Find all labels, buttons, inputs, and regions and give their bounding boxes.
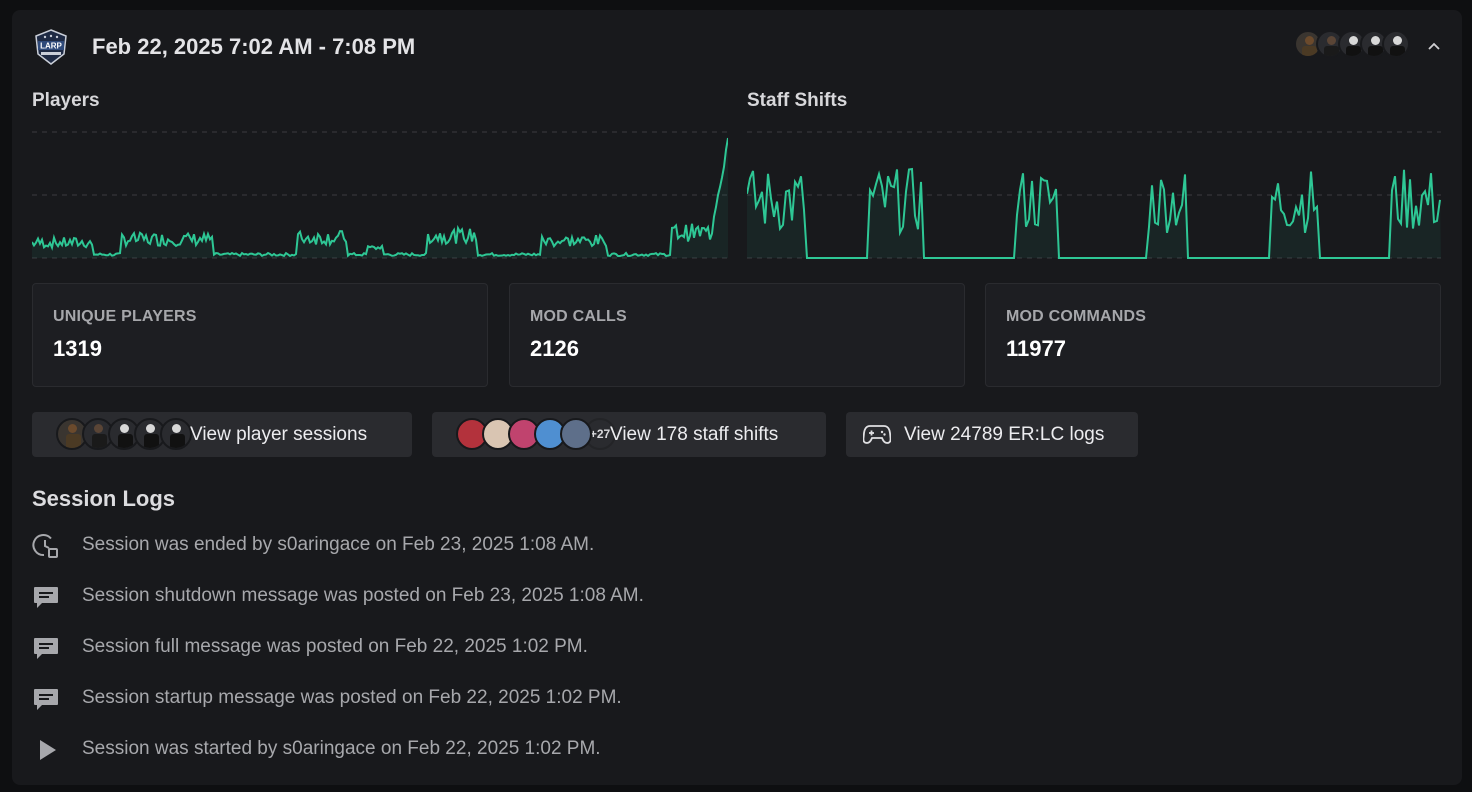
stat-value: 11977 [1006, 336, 1066, 361]
session-time-range: Feb 22, 2025 7:02 AM - 7:08 PM [92, 34, 416, 59]
staff-shifts-chart [747, 131, 1441, 259]
play-icon [40, 740, 56, 760]
log-item: Session shutdown message was posted on F… [32, 581, 932, 611]
staff-avatar-stack: +27 [456, 418, 616, 450]
message-icon [34, 689, 58, 710]
gamepad-icon [863, 425, 891, 444]
staff-area [747, 169, 1441, 258]
logo-lettering: LARP [40, 42, 62, 51]
log-text: Session was ended by s0aringace on Feb 2… [82, 534, 595, 555]
session-panel: LARP Feb 22, 2025 7:02 AM - 7:08 PM Play… [12, 10, 1462, 785]
players-line [32, 137, 728, 258]
view-staff-shifts-button[interactable]: +27 View 178 staff shifts [432, 412, 826, 457]
player-avatar-stack [56, 418, 192, 450]
stat-value: 1319 [53, 336, 102, 361]
avatar [1382, 30, 1410, 58]
staff-line [747, 167, 1441, 259]
mod-calls-card: MOD CALLS 2126 [509, 283, 965, 387]
players-chart [32, 131, 728, 259]
mod-commands-card: MOD COMMANDS 11977 [985, 283, 1441, 387]
log-text: Session shutdown message was posted on F… [82, 585, 644, 606]
stat-label: UNIQUE PLAYERS [53, 308, 197, 325]
unique-players-card: UNIQUE PLAYERS 1319 [32, 283, 488, 387]
clock-stop-icon [32, 534, 58, 558]
staff-shifts-chart-label: Staff Shifts [747, 90, 848, 111]
log-item: Session was started by s0aringace on Feb… [32, 734, 932, 764]
log-item: Session full message was posted on Feb 2… [32, 632, 932, 662]
community-logo: LARP [32, 28, 70, 66]
message-icon [34, 587, 58, 608]
header-avatar-stack[interactable] [1294, 30, 1410, 58]
log-item: Session was ended by s0aringace on Feb 2… [32, 530, 932, 560]
stat-label: MOD COMMANDS [1006, 308, 1147, 325]
view-player-sessions-button[interactable]: View player sessions [32, 412, 412, 457]
session-logs-title: Session Logs [32, 486, 176, 511]
avatar [560, 418, 592, 450]
button-label: View 178 staff shifts [610, 424, 779, 445]
avatar [160, 418, 192, 450]
message-icon [34, 638, 58, 659]
stat-value: 2126 [530, 336, 579, 361]
log-text: Session startup message was posted on Fe… [82, 687, 622, 708]
button-label: View 24789 ER:LC logs [904, 424, 1105, 445]
session-header: LARP Feb 22, 2025 7:02 AM - 7:08 PM [12, 10, 1462, 82]
button-label: View player sessions [190, 424, 368, 445]
collapse-button[interactable] [1422, 34, 1446, 58]
log-item: Session startup message was posted on Fe… [32, 683, 932, 713]
players-chart-label: Players [32, 90, 100, 111]
view-erlc-logs-button[interactable]: View 24789 ER:LC logs [846, 412, 1138, 457]
log-text: Session was started by s0aringace on Feb… [82, 738, 601, 759]
chevron-up-icon [1428, 42, 1440, 50]
stat-label: MOD CALLS [530, 308, 627, 325]
log-text: Session full message was posted on Feb 2… [82, 636, 588, 657]
